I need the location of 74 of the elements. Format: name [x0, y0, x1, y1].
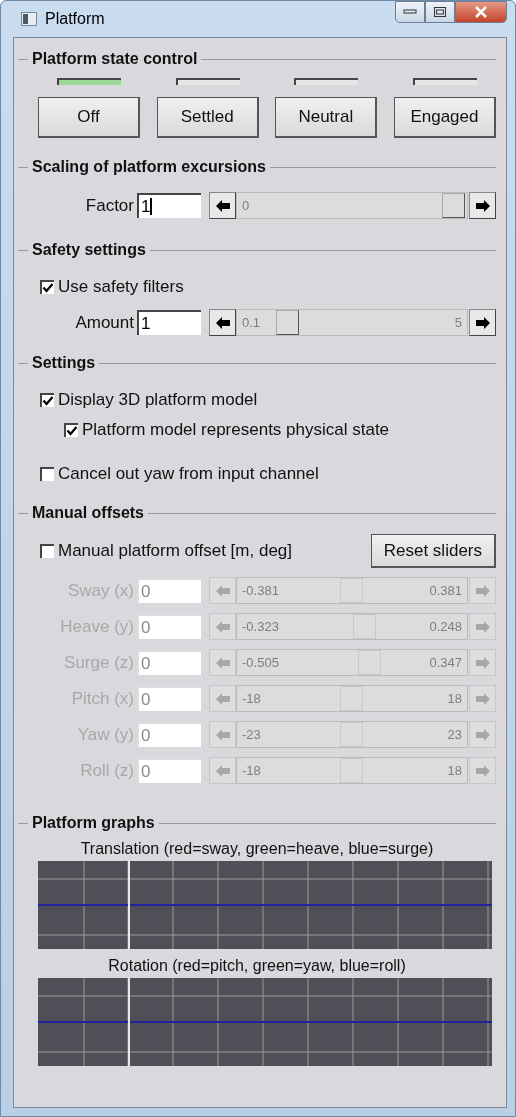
right-arrow-icon — [475, 692, 490, 705]
right-arrow-icon — [475, 584, 490, 597]
slider-thumb[interactable] — [442, 193, 465, 218]
right-arrow-icon — [475, 656, 490, 669]
slider-track[interactable]: 0.1 5 — [236, 309, 468, 336]
slider-max-label: 18 — [447, 691, 462, 706]
slider-min-label: -18 — [242, 691, 261, 706]
slider-max-label: 23 — [447, 727, 462, 742]
checkbox-label: Display 3D platform model — [58, 390, 258, 410]
slider-max-label: 0.381 — [429, 583, 462, 598]
slider-min-label: -18 — [242, 763, 261, 778]
checkbox-label: Platform model represents physical state — [82, 420, 390, 440]
left-arrow-icon — [215, 584, 230, 597]
left-arrow-icon — [215, 620, 230, 633]
slider-max-label: 18 — [447, 763, 462, 778]
minimize-icon — [403, 9, 417, 15]
left-arrow-button[interactable] — [209, 192, 236, 219]
section-title: Manual offsets — [32, 504, 144, 522]
checkbox[interactable] — [40, 544, 54, 558]
maximize-icon — [433, 6, 447, 18]
left-arrow-icon — [215, 316, 230, 329]
right-arrow-icon — [475, 764, 490, 777]
section-title: Scaling of platform excursions — [32, 158, 266, 176]
slider-min-label: -0.505 — [242, 655, 279, 670]
left-arrow-icon — [215, 656, 230, 669]
slider-min-label: 0 — [242, 198, 250, 213]
checkbox-label: Cancel out yaw from input channel — [58, 464, 319, 484]
window-icon — [21, 12, 37, 26]
left-arrow-icon — [215, 199, 230, 212]
slider-max-label: 0.248 — [429, 619, 462, 634]
checkbox-label: Manual platform offset [m, deg] — [58, 541, 293, 561]
right-arrow-icon — [475, 620, 490, 633]
amount-field[interactable]: 1 — [137, 310, 201, 335]
maximize-button[interactable] — [425, 1, 455, 23]
slider-thumb[interactable] — [275, 310, 299, 335]
close-icon — [474, 6, 488, 18]
slider-min-label: -0.323 — [242, 619, 279, 634]
section-title: Safety settings — [32, 241, 146, 259]
checkbox[interactable] — [64, 423, 78, 437]
state-button[interactable]: Settled — [156, 97, 259, 138]
checkbox[interactable] — [40, 393, 54, 407]
state-button[interactable]: Engaged — [393, 97, 496, 138]
graph-caption: Translation (red=sway, green=heave, blue=surge) — [80, 840, 434, 858]
state-button[interactable]: Off — [38, 97, 140, 138]
checkbox[interactable] — [40, 467, 54, 481]
state-button[interactable]: Neutral — [275, 97, 378, 138]
section-title: Settings — [32, 354, 96, 372]
graph-caption: Rotation (red=pitch, green=yaw, blue=roll) — [108, 957, 406, 975]
right-arrow-icon — [475, 316, 490, 329]
right-arrow-icon — [475, 728, 490, 741]
slider-max-label: 5 — [454, 315, 462, 330]
field-label: Factor — [84, 195, 135, 216]
slider-min-label: -0.381 — [242, 583, 279, 598]
slider-max-label: 0.347 — [429, 655, 462, 670]
field-label: Amount — [74, 312, 135, 333]
right-arrow-button[interactable] — [469, 192, 496, 219]
reset-sliders-button[interactable]: Reset sliders — [370, 534, 496, 568]
close-button[interactable] — [455, 1, 507, 23]
slider-min-label: -23 — [242, 727, 261, 742]
slider-min-label: 0.1 — [242, 315, 261, 330]
right-arrow-button[interactable] — [469, 309, 496, 336]
section-title: Platform state control — [32, 50, 198, 68]
slider-track[interactable]: 0 — [236, 192, 468, 219]
left-arrow-icon — [215, 728, 230, 741]
factor-field[interactable]: 1 — [137, 193, 201, 218]
checkbox[interactable] — [40, 280, 54, 294]
right-arrow-icon — [475, 199, 490, 212]
left-arrow-icon — [215, 764, 230, 777]
window-title: Platform — [45, 10, 105, 28]
minimize-button[interactable] — [395, 1, 425, 23]
left-arrow-button[interactable] — [209, 309, 236, 336]
checkbox-label: Use safety filters — [58, 277, 184, 297]
section-title: Platform graphs — [32, 814, 155, 832]
left-arrow-icon — [215, 692, 230, 705]
